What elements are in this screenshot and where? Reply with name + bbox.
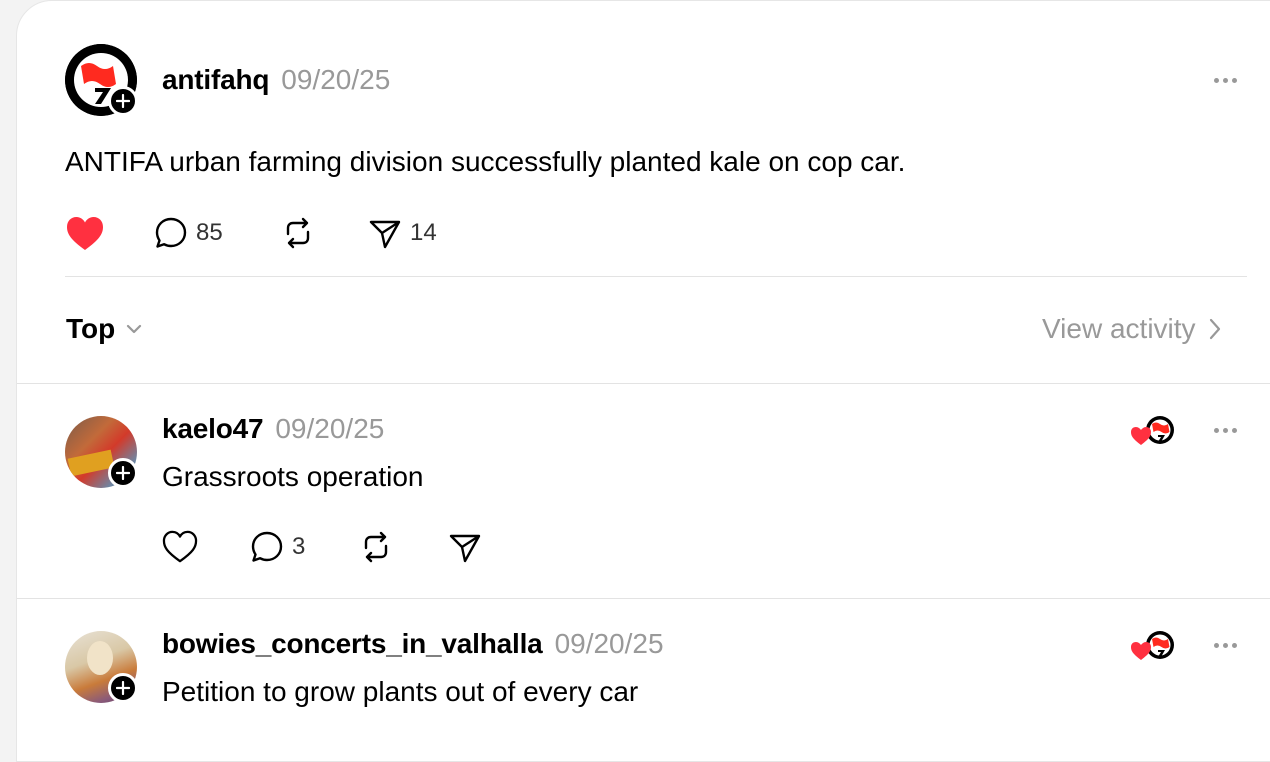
repost-button[interactable]	[281, 216, 315, 250]
share-button[interactable]	[448, 530, 482, 564]
follow-plus-icon[interactable]	[108, 673, 138, 703]
post-username[interactable]: antifahq	[162, 64, 269, 96]
send-icon	[449, 534, 481, 563]
like-button[interactable]	[162, 530, 198, 564]
post-text: ANTIFA urban farming division successful…	[65, 146, 906, 177]
reply-text: Grassroots operation	[162, 461, 424, 492]
view-activity-link[interactable]: View activity	[1042, 313, 1222, 345]
reply-username[interactable]: bowies_concerts_in_valhalla	[162, 628, 543, 660]
post: antifahq 09/20/25 ANTIFA urban farming d…	[0, 0, 1270, 280]
sort-label: Top	[66, 313, 116, 344]
like-button[interactable]	[66, 216, 104, 252]
liked-by-author-icon	[1130, 629, 1178, 663]
post-header: antifahq 09/20/25	[162, 64, 390, 96]
chevron-right-icon	[1209, 318, 1220, 340]
repost-icon	[286, 217, 310, 249]
share-button[interactable]: 14	[368, 216, 437, 250]
comment-icon	[251, 531, 283, 562]
send-icon	[369, 220, 401, 249]
repost-icon	[364, 531, 388, 563]
divider	[65, 276, 1247, 277]
reply-date[interactable]: 09/20/25	[275, 413, 384, 445]
share-count: 14	[410, 219, 437, 246]
chevron-down-icon	[127, 324, 142, 334]
reply-count: 3	[292, 533, 306, 560]
repost-button[interactable]	[359, 530, 393, 564]
follow-plus-icon[interactable]	[108, 86, 138, 116]
more-options-icon[interactable]	[1214, 428, 1237, 433]
reply-button[interactable]: 85	[154, 216, 223, 250]
reply-header: bowies_concerts_in_valhalla 09/20/25	[162, 628, 664, 660]
post-date[interactable]: 09/20/25	[281, 64, 390, 96]
heart-outline-icon	[162, 530, 198, 563]
follow-plus-icon[interactable]	[108, 458, 138, 488]
view-activity-label: View activity	[1042, 313, 1196, 344]
reply-username[interactable]: kaelo47	[162, 413, 264, 445]
heart-filled-icon	[67, 217, 103, 250]
more-options-icon[interactable]	[1214, 643, 1237, 648]
comment-icon	[155, 217, 187, 248]
reply-date[interactable]: 09/20/25	[555, 628, 664, 660]
reply-header: kaelo47 09/20/25	[162, 413, 384, 445]
sort-dropdown[interactable]: Top	[66, 313, 143, 345]
more-options-icon[interactable]	[1214, 78, 1237, 83]
liked-by-author-icon	[1130, 414, 1178, 448]
reply-item: kaelo47 09/20/25 Grassroots operation 3	[0, 384, 1270, 598]
reply-text: Petition to grow plants out of every car	[162, 676, 639, 707]
reply-count: 85	[196, 219, 223, 246]
reply-button[interactable]: 3	[250, 530, 305, 564]
reply-item: bowies_concerts_in_valhalla 09/20/25 Pet…	[0, 599, 1270, 718]
